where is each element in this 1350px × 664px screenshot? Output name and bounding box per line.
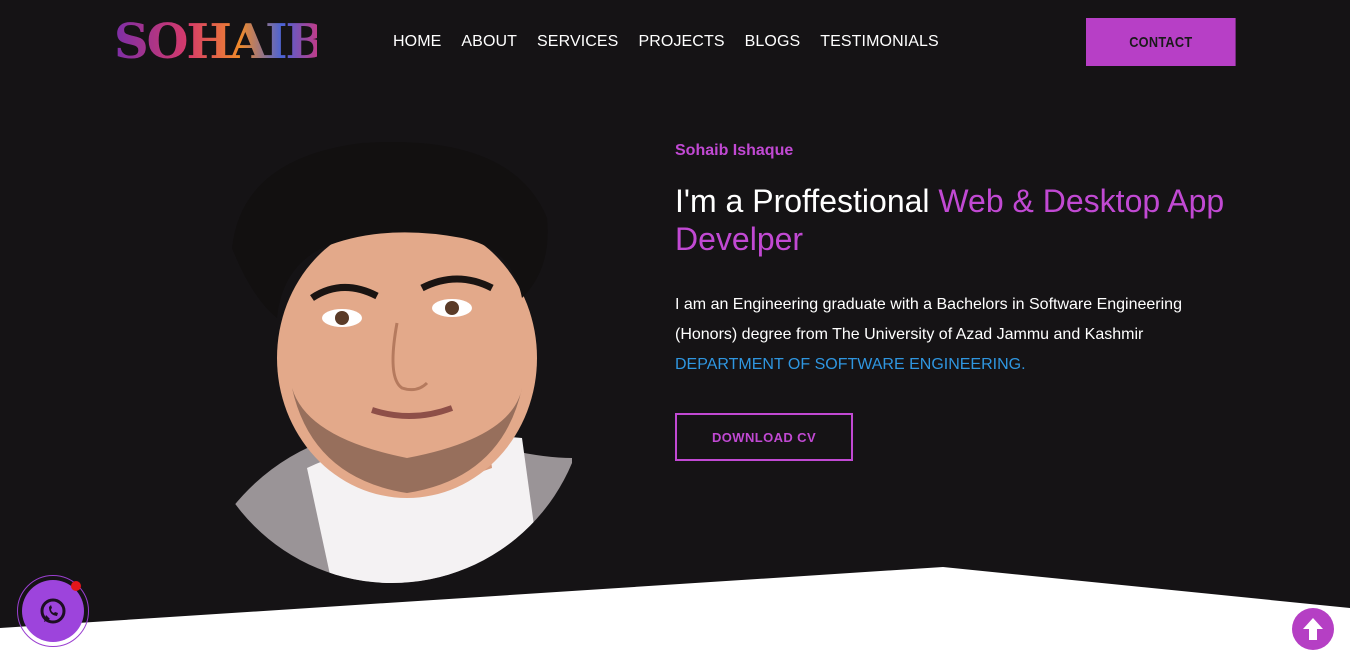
hero-title-plain: I'm a Proffestional — [675, 183, 939, 219]
nav-blogs[interactable]: BLOGS — [745, 32, 801, 52]
profile-portrait — [212, 138, 582, 584]
whatsapp-button[interactable] — [17, 575, 89, 647]
contact-button[interactable]: CONTACT — [1086, 18, 1236, 66]
hero-description-text: I am an Engineering graduate with a Bach… — [675, 296, 1182, 343]
nav-testimonials[interactable]: TESTIMONIALS — [820, 32, 939, 52]
hero-name: Sohaib Ishaque — [675, 142, 794, 159]
main-nav: HOME ABOUT SERVICES PROJECTS BLOGS TESTI… — [393, 32, 939, 52]
nav-projects[interactable]: PROJECTS — [638, 32, 724, 52]
brand-logo[interactable]: SOHAIB — [112, 10, 317, 68]
download-cv-button[interactable]: DOWNLOAD CV — [675, 413, 853, 461]
whatsapp-icon — [40, 598, 66, 624]
hero-title: I'm a Proffestional Web & Desktop App De… — [675, 182, 1235, 258]
department-link[interactable]: DEPARTMENT OF SOFTWARE ENGINEERING. — [675, 356, 1026, 373]
logo-text: SOHAIB — [114, 14, 317, 68]
arrow-up-icon — [1303, 618, 1323, 640]
notification-dot — [71, 581, 81, 591]
nav-home[interactable]: HOME — [393, 32, 441, 52]
section-divider — [0, 567, 1350, 664]
nav-services[interactable]: SERVICES — [537, 32, 618, 52]
scroll-top-button[interactable] — [1292, 608, 1334, 650]
hero-description: I am an Engineering graduate with a Bach… — [675, 290, 1245, 380]
nav-about[interactable]: ABOUT — [461, 32, 517, 52]
